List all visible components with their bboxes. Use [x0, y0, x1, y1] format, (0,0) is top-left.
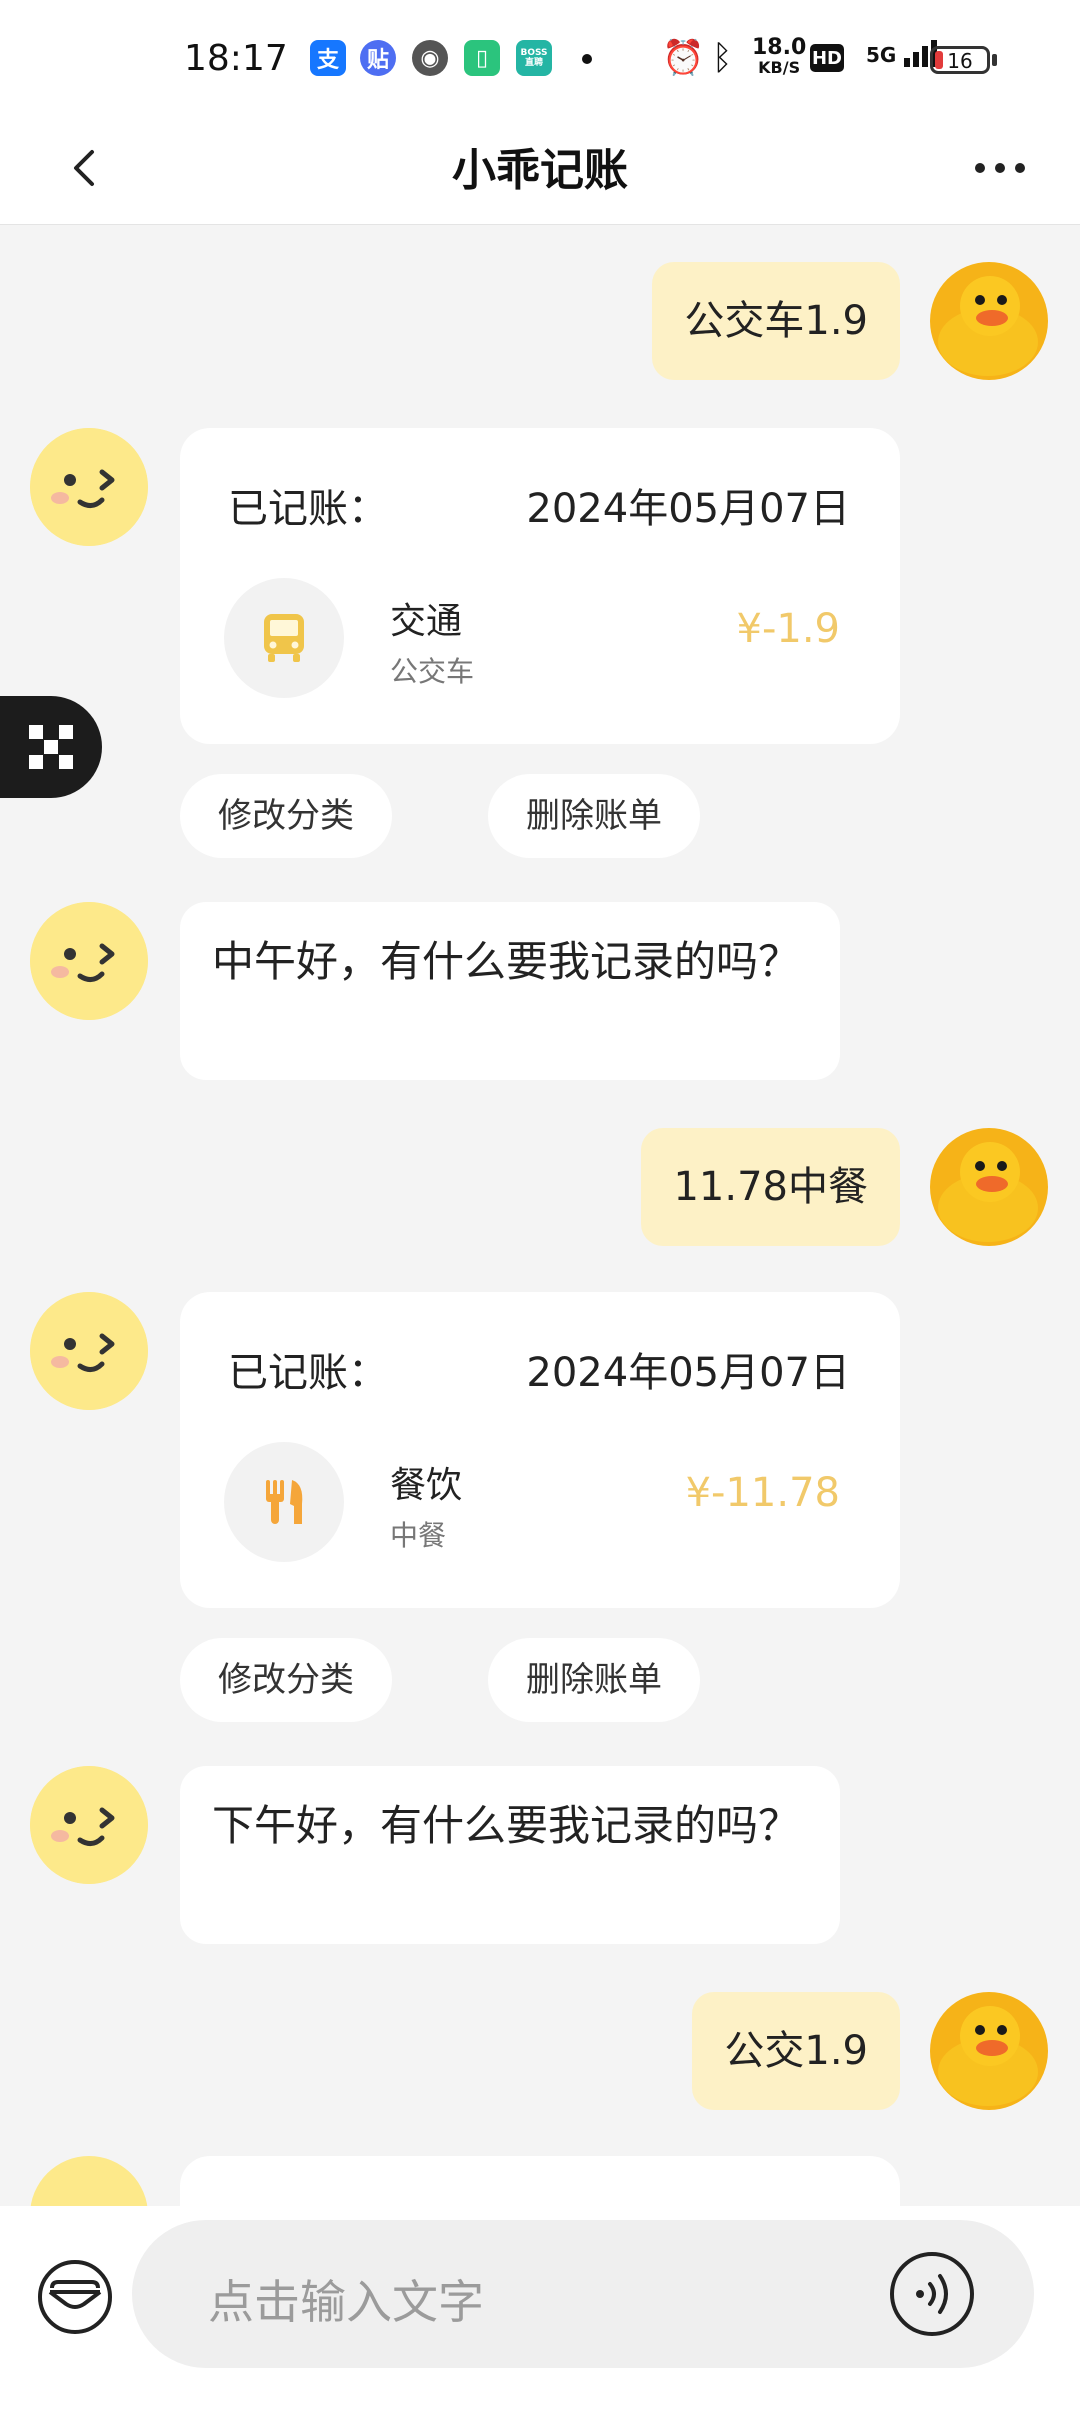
duck-avatar-icon: [930, 1992, 1048, 2110]
record-note: 中餐: [390, 1519, 447, 1552]
bot-avatar: [30, 1766, 148, 1884]
edit-category-button[interactable]: 修改分类: [180, 1638, 392, 1722]
voice-input-icon[interactable]: [888, 2250, 976, 2338]
browser-icon: ◉: [412, 40, 448, 76]
bus-icon: [264, 614, 304, 662]
record-note: 公交车: [390, 655, 475, 688]
record-amount: ¥-11.78: [685, 1470, 840, 1516]
speed-value: 18.0: [752, 35, 807, 60]
recorded-label: 已记账：: [228, 1350, 388, 1396]
network-speed: 18.0 KB/S: [752, 35, 807, 78]
user-avatar[interactable]: [930, 1128, 1048, 1246]
category-icon-container: [224, 1442, 344, 1562]
bot-avatar: [30, 902, 148, 1020]
record-amount: ¥-1.9: [736, 606, 841, 652]
edit-category-button[interactable]: 修改分类: [180, 774, 392, 858]
bot-avatar: [30, 428, 148, 546]
nav-bar: 小乖记账: [0, 120, 1080, 225]
battery-tip: [992, 54, 997, 66]
record-date: 2024年05月07日: [526, 486, 850, 532]
user-message-bubble: 公交1.9: [692, 1992, 900, 2110]
more-menu-icon[interactable]: [972, 156, 1028, 180]
category-name: 餐饮: [390, 1465, 463, 1506]
wallet-icon[interactable]: [36, 2258, 114, 2336]
status-bar: 18:17 支 贴 ◉ ▯ BOSS直聘 ⏰ ᛒ 18.0 KB/S HD 5G…: [0, 0, 1080, 120]
tieba-icon: 贴: [360, 40, 396, 76]
user-avatar[interactable]: [930, 262, 1048, 380]
boss-zhipin-icon: BOSS直聘: [516, 40, 552, 76]
wink-face-icon: [30, 428, 148, 546]
bill-record-card[interactable]: 已记账： 2024年05月07日 交通 公交车 ¥-1.9: [180, 428, 900, 744]
bot-message-bubble: 下午好，有什么要我记录的吗？: [180, 1766, 840, 1944]
notification-dot: [582, 54, 592, 64]
duck-avatar-icon: [930, 1128, 1048, 1246]
delete-bill-button[interactable]: 删除账单: [488, 774, 700, 858]
alipay-icon: 支: [310, 40, 346, 76]
user-message-bubble: 11.78中餐: [641, 1128, 900, 1246]
category-icon-container: [224, 578, 344, 698]
signal-5g-icon: 5G: [866, 38, 938, 68]
text-input-field[interactable]: 点击输入文字: [132, 2220, 1034, 2368]
wink-face-icon: [30, 902, 148, 1020]
delete-bill-button[interactable]: 删除账单: [488, 1638, 700, 1722]
recorded-label: 已记账：: [228, 486, 388, 532]
network-type: 5G: [866, 43, 897, 67]
fork-knife-icon: [266, 1480, 303, 1524]
wink-face-icon: [30, 1292, 148, 1410]
bot-message-bubble: 中午好，有什么要我记录的吗？: [180, 902, 840, 1080]
page-title: 小乖记账: [452, 145, 628, 196]
wink-face-icon: [30, 1766, 148, 1884]
hd-badge: HD: [810, 44, 844, 72]
user-message-bubble: 公交车1.9: [652, 262, 900, 380]
battery-app-icon: ▯: [464, 40, 500, 76]
category-name: 交通: [390, 601, 463, 642]
bluetooth-icon: ᛒ: [712, 38, 733, 78]
battery-icon: 16: [930, 46, 990, 74]
scan-float-button[interactable]: [0, 696, 102, 798]
input-placeholder: 点击输入文字: [208, 2275, 484, 2329]
user-avatar[interactable]: [930, 1992, 1048, 2110]
alarm-icon: ⏰: [662, 38, 705, 78]
battery-percent: 16: [947, 49, 973, 73]
bill-record-card[interactable]: 已记账： 2024年05月07日 餐饮 中餐 ¥-11.78: [180, 1292, 900, 1608]
duck-avatar-icon: [930, 262, 1048, 380]
input-bar: 点击输入文字: [0, 2206, 1080, 2412]
speed-unit: KB/S: [758, 58, 801, 77]
scan-grid-icon: [29, 725, 73, 769]
record-date: 2024年05月07日: [526, 1350, 850, 1396]
status-time: 18:17: [184, 38, 288, 79]
bot-avatar: [30, 1292, 148, 1410]
